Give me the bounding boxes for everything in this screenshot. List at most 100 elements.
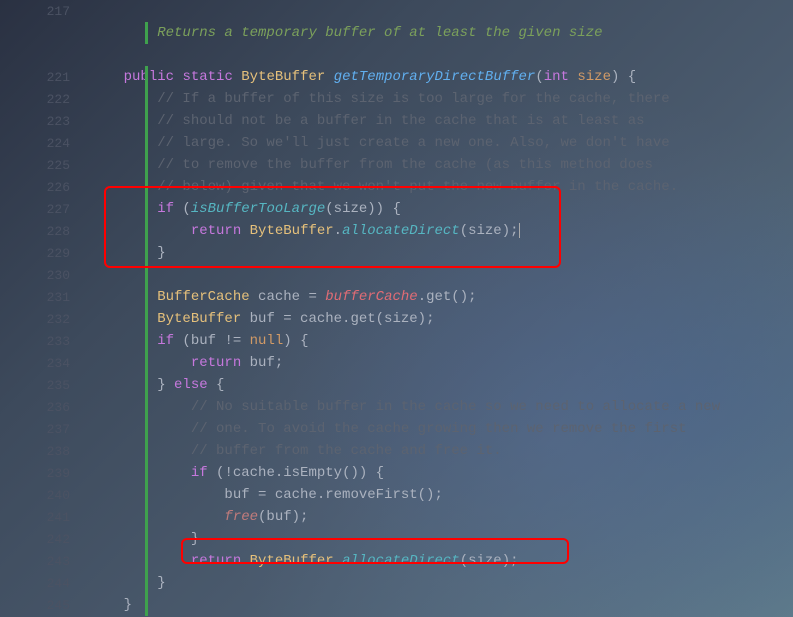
code-content[interactable]: // If a buffer of this size is too large… bbox=[90, 91, 793, 107]
code-content[interactable]: // buffer from the cache and free it. bbox=[90, 443, 793, 459]
token-type: ByteBuffer bbox=[250, 553, 334, 569]
code-content[interactable]: ByteBuffer buf = cache.get(size); bbox=[90, 311, 793, 327]
code-content[interactable]: // large. So we'll just create a new one… bbox=[90, 135, 793, 151]
code-content[interactable]: } bbox=[90, 245, 793, 261]
code-content[interactable]: if (isBufferTooLarge(size)) { bbox=[90, 201, 793, 217]
line-number: 229 bbox=[0, 246, 90, 261]
token-method-italic: allocateDirect bbox=[342, 553, 460, 569]
token-type: BufferCache bbox=[157, 289, 249, 305]
token-punc: .get(); bbox=[418, 289, 477, 305]
code-line[interactable]: 234 return buf; bbox=[0, 352, 793, 374]
code-line[interactable]: 240 buf = cache.removeFirst(); bbox=[0, 484, 793, 506]
code-content[interactable]: if (buf != null) { bbox=[90, 333, 793, 349]
code-line[interactable]: 229 } bbox=[0, 242, 793, 264]
line-number: 222 bbox=[0, 92, 90, 107]
token-punc: ) { bbox=[611, 69, 636, 85]
code-content[interactable] bbox=[90, 3, 793, 19]
code-line[interactable]: 222 // If a buffer of this size is too l… bbox=[0, 88, 793, 110]
code-line[interactable]: 237 // one. To avoid the cache growing t… bbox=[0, 418, 793, 440]
line-number: 231 bbox=[0, 290, 90, 305]
line-number: 244 bbox=[0, 576, 90, 591]
code-line[interactable]: 245 } bbox=[0, 594, 793, 616]
token-punc bbox=[325, 69, 333, 85]
code-line[interactable]: 217 bbox=[0, 0, 793, 22]
code-line[interactable]: 223 // should not be a buffer in the cac… bbox=[0, 110, 793, 132]
code-line[interactable]: 242 } bbox=[0, 528, 793, 550]
token-keyword: public bbox=[124, 69, 174, 85]
token-comment: // large. So we'll just create a new one… bbox=[157, 135, 669, 151]
token-comment: // buffer from the cache and free it. bbox=[191, 443, 502, 459]
line-number: 236 bbox=[0, 400, 90, 415]
code-line[interactable]: 230 bbox=[0, 264, 793, 286]
code-content[interactable]: return ByteBuffer.allocateDirect(size); bbox=[90, 553, 793, 569]
code-line[interactable]: 235 } else { bbox=[0, 374, 793, 396]
code-line[interactable]: 221 public static ByteBuffer getTemporar… bbox=[0, 66, 793, 88]
token-method-def: getTemporaryDirectBuffer bbox=[334, 69, 536, 85]
code-line[interactable]: 244 } bbox=[0, 572, 793, 594]
line-number: 241 bbox=[0, 510, 90, 525]
code-line[interactable]: 236 // No suitable buffer in the cache s… bbox=[0, 396, 793, 418]
token-punc: } bbox=[157, 245, 165, 261]
code-line[interactable]: 241 free(buf); bbox=[0, 506, 793, 528]
code-content[interactable]: buf = cache.removeFirst(); bbox=[90, 487, 793, 503]
token-keyword: else bbox=[174, 377, 208, 393]
code-content[interactable]: // below) given that we won't put the ne… bbox=[90, 179, 793, 195]
token-punc: } bbox=[157, 377, 174, 393]
token-method-italic: isBufferTooLarge bbox=[191, 201, 325, 217]
code-line[interactable]: 243 return ByteBuffer.allocateDirect(siz… bbox=[0, 550, 793, 572]
token-punc: buf = cache.removeFirst(); bbox=[224, 487, 442, 503]
code-content[interactable]: // to remove the buffer from the cache (… bbox=[90, 157, 793, 173]
token-punc: . bbox=[334, 223, 342, 239]
code-content[interactable]: } else { bbox=[90, 377, 793, 393]
token-type: ByteBuffer bbox=[157, 311, 241, 327]
token-keyword: if bbox=[157, 201, 174, 217]
token-punc: } bbox=[157, 575, 165, 591]
code-content[interactable]: // No suitable buffer in the cache so we… bbox=[90, 399, 793, 415]
code-content[interactable]: // should not be a buffer in the cache t… bbox=[90, 113, 793, 129]
line-number: 230 bbox=[0, 268, 90, 283]
code-content[interactable]: free(buf); bbox=[90, 509, 793, 525]
code-content[interactable]: // one. To avoid the cache growing then … bbox=[90, 421, 793, 437]
code-line[interactable]: 233 if (buf != null) { bbox=[0, 330, 793, 352]
code-line[interactable]: 224 // large. So we'll just create a new… bbox=[0, 132, 793, 154]
code-line[interactable]: 232 ByteBuffer buf = cache.get(size); bbox=[0, 308, 793, 330]
code-content[interactable]: return buf; bbox=[90, 355, 793, 371]
code-content[interactable]: Returns a temporary buffer of at least t… bbox=[90, 25, 793, 41]
code-line[interactable]: 231 BufferCache cache = bufferCache.get(… bbox=[0, 286, 793, 308]
code-line[interactable]: 226 // below) given that we won't put th… bbox=[0, 176, 793, 198]
token-punc: (buf != bbox=[174, 333, 250, 349]
token-punc: ( bbox=[174, 201, 191, 217]
token-keyword: int bbox=[544, 69, 569, 85]
code-line[interactable]: 228 return ByteBuffer.allocateDirect(siz… bbox=[0, 220, 793, 242]
code-content[interactable]: } bbox=[90, 531, 793, 547]
code-content[interactable]: } bbox=[90, 597, 793, 613]
token-comment: // one. To avoid the cache growing then … bbox=[191, 421, 687, 437]
token-punc: (size); bbox=[460, 223, 519, 239]
code-line[interactable]: Returns a temporary buffer of at least t… bbox=[0, 22, 793, 44]
line-number: 243 bbox=[0, 554, 90, 569]
code-line[interactable]: 239 if (!cache.isEmpty()) { bbox=[0, 462, 793, 484]
token-punc: } bbox=[191, 531, 199, 547]
token-keyword: return bbox=[191, 223, 241, 239]
token-punc: { bbox=[208, 377, 225, 393]
line-number: 238 bbox=[0, 444, 90, 459]
code-content[interactable]: public static ByteBuffer getTemporaryDir… bbox=[90, 69, 793, 85]
code-content[interactable]: return ByteBuffer.allocateDirect(size); bbox=[90, 223, 793, 239]
token-var-italic: bufferCache bbox=[325, 289, 417, 305]
token-keyword: static bbox=[182, 69, 232, 85]
token-keyword: return bbox=[191, 553, 241, 569]
code-editor[interactable]: 217 Returns a temporary buffer of at lea… bbox=[0, 0, 793, 616]
token-comment: // If a buffer of this size is too large… bbox=[157, 91, 669, 107]
code-line[interactable]: 225 // to remove the buffer from the cac… bbox=[0, 154, 793, 176]
code-content[interactable]: if (!cache.isEmpty()) { bbox=[90, 465, 793, 481]
code-line[interactable] bbox=[0, 44, 793, 66]
code-content[interactable]: BufferCache cache = bufferCache.get(); bbox=[90, 289, 793, 305]
code-line[interactable]: 238 // buffer from the cache and free it… bbox=[0, 440, 793, 462]
token-punc: (size); bbox=[460, 553, 519, 569]
code-line[interactable]: 227 if (isBufferTooLarge(size)) { bbox=[0, 198, 793, 220]
token-comment: // No suitable buffer in the cache so we… bbox=[191, 399, 720, 415]
code-content[interactable]: } bbox=[90, 575, 793, 591]
line-number: 234 bbox=[0, 356, 90, 371]
line-number: 223 bbox=[0, 114, 90, 129]
token-comment: // should not be a buffer in the cache t… bbox=[157, 113, 644, 129]
